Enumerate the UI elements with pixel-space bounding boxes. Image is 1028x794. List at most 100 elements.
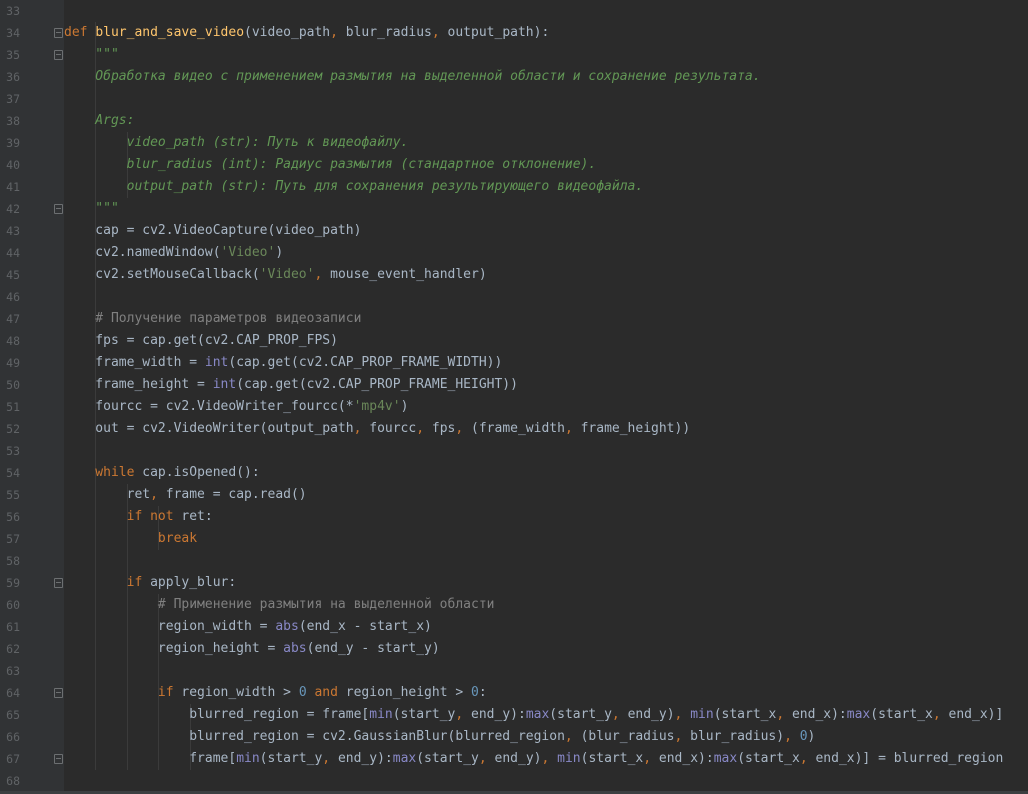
code-token: apply_blur: [150, 575, 237, 590]
code-token: frame_width = [64, 355, 205, 370]
code-line[interactable]: def blur_and_save_video(video_path, blur… [64, 22, 1028, 44]
line-number: 36 [6, 70, 20, 84]
code-token: min [236, 751, 260, 766]
code-line[interactable]: out = cv2.VideoWriter(output_path, fourc… [64, 418, 1028, 440]
code-token: cap.isOpened(): [142, 465, 260, 480]
code-token: min [557, 751, 581, 766]
code-token: end_y) [627, 707, 675, 722]
code-line[interactable]: Args: [64, 110, 1028, 132]
code-line[interactable]: frame_height = int(cap.get(cv2.CAP_PROP_… [64, 374, 1028, 396]
line-number: 53 [6, 444, 20, 458]
code-line[interactable]: if region_width > 0 and region_height > … [64, 682, 1028, 704]
code-token: # Получение параметров видеозаписи [64, 311, 362, 326]
code-token: min [369, 707, 393, 722]
code-token: , [455, 421, 472, 436]
code-line[interactable]: blurred_region = cv2.GaussianBlur(blurre… [64, 726, 1028, 748]
code-token: (cap.get(cv2.CAP_PROP_FRAME_HEIGHT)) [236, 377, 518, 392]
line-number: 41 [6, 180, 20, 194]
fold-toggle-icon[interactable] [53, 748, 63, 770]
code-line[interactable]: blurred_region = frame[min(start_y, end_… [64, 704, 1028, 726]
code-line[interactable]: break [64, 528, 1028, 550]
code-line[interactable]: # Получение параметров видеозаписи [64, 308, 1028, 330]
code-token: , [322, 751, 338, 766]
fold-toggle-icon[interactable] [53, 682, 63, 704]
code-line[interactable]: """ [64, 198, 1028, 220]
code-line[interactable]: region_height = abs(end_y - start_y) [64, 638, 1028, 660]
code-token: output_path (str): Путь для сохранения р… [64, 179, 644, 194]
code-line[interactable] [64, 770, 1028, 792]
code-line[interactable]: region_width = abs(end_x - start_x) [64, 616, 1028, 638]
code-line[interactable]: cv2.setMouseCallback('Video', mouse_even… [64, 264, 1028, 286]
code-token: end_x)] = blurred_region [815, 751, 1004, 766]
code-line[interactable]: video_path (str): Путь к видеофайлу. [64, 132, 1028, 154]
code-line[interactable]: frame_width = int(cap.get(cv2.CAP_PROP_F… [64, 352, 1028, 374]
fold-toggle-icon[interactable] [53, 198, 63, 220]
code-token: # Применение размытия на выделенной обла… [64, 597, 495, 612]
line-number: 47 [6, 312, 20, 326]
code-line[interactable]: # Применение размытия на выделенной обла… [64, 594, 1028, 616]
code-token: , [784, 729, 800, 744]
line-number: 66 [6, 730, 20, 744]
line-number: 68 [6, 774, 20, 788]
code-token: , [611, 707, 628, 722]
code-line[interactable]: output_path (str): Путь для сохранения р… [64, 176, 1028, 198]
line-number: 58 [6, 554, 20, 568]
fold-toggle-icon[interactable] [53, 572, 63, 594]
code-token: abs [283, 641, 307, 656]
code-line[interactable]: fps = cap.get(cv2.CAP_PROP_FPS) [64, 330, 1028, 352]
code-token: (start_x [737, 751, 800, 766]
code-line[interactable] [64, 550, 1028, 572]
code-token: def [64, 25, 96, 40]
fold-toggle-icon[interactable] [53, 22, 63, 44]
code-line[interactable]: """ [64, 44, 1028, 66]
code-token: region_height > [345, 685, 472, 700]
line-number: 33 [6, 4, 20, 18]
line-number: 63 [6, 664, 20, 678]
code-token: region_height = [64, 641, 284, 656]
code-line[interactable] [64, 88, 1028, 110]
code-token: , [674, 729, 691, 744]
code-line[interactable]: cv2.namedWindow('Video') [64, 242, 1028, 264]
code-line[interactable]: frame[min(start_y, end_y):max(start_y, e… [64, 748, 1028, 770]
code-line[interactable]: fourcc = cv2.VideoWriter_fourcc(*'mp4v') [64, 396, 1028, 418]
code-token: if [64, 685, 182, 700]
code-token: , [643, 751, 659, 766]
line-number-gutter: 33 34 35 36 37 38 39 40 41 42 43 44 45 46 47 48 49 50 51 52… [0, 0, 64, 794]
code-token: end_x): [791, 707, 847, 722]
code-token: Обработка видео с применением размытия н… [64, 69, 761, 84]
code-token: blurred_region = cv2.GaussianBlur(blurre… [64, 729, 565, 744]
code-token: 'Video' [220, 245, 276, 260]
code-token: max [846, 707, 871, 722]
line-number: 39 [6, 136, 20, 150]
code-token: (start_x [580, 751, 644, 766]
code-token: end_y): [337, 751, 393, 766]
code-line[interactable]: cap = cv2.VideoCapture(video_path) [64, 220, 1028, 242]
code-area[interactable]: def blur_and_save_video(video_path, blur… [64, 0, 1028, 794]
code-editor[interactable]: 33 34 35 36 37 38 39 40 41 42 43 44 45 46 47 48 49 50 51 52… [0, 0, 1028, 794]
code-line[interactable] [64, 0, 1028, 22]
code-token: frame = cap.read() [165, 487, 307, 502]
line-number: 56 [6, 510, 20, 524]
code-token: , [314, 267, 331, 282]
code-line[interactable]: if not ret: [64, 506, 1028, 528]
line-number: 34 [6, 26, 20, 40]
code-line[interactable]: ret, frame = cap.read() [64, 484, 1028, 506]
code-token: (start_x [713, 707, 777, 722]
code-token: break [64, 531, 198, 546]
code-line[interactable]: if apply_blur: [64, 572, 1028, 594]
code-line[interactable]: blur_radius (int): Радиус размытия (стан… [64, 154, 1028, 176]
code-line[interactable]: Обработка видео с применением размытия н… [64, 66, 1028, 88]
code-line[interactable]: while cap.isOpened(): [64, 462, 1028, 484]
code-token: , [799, 751, 816, 766]
code-token: min [690, 707, 714, 722]
code-token: (blur_radius [580, 729, 675, 744]
code-token: if [64, 575, 151, 590]
fold-toggle-icon[interactable] [53, 44, 63, 66]
code-token: , [776, 707, 792, 722]
code-line[interactable] [64, 660, 1028, 682]
line-number: 35 [6, 48, 20, 62]
code-token: ret [64, 487, 151, 502]
code-line[interactable] [64, 286, 1028, 308]
code-token: """ [64, 201, 119, 216]
code-line[interactable] [64, 440, 1028, 462]
